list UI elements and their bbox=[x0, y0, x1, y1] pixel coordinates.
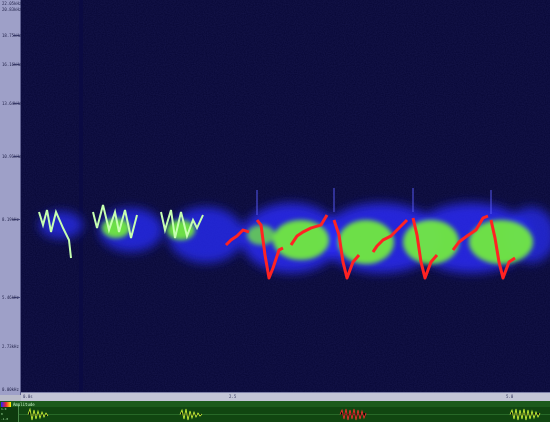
spectrogram-canvas[interactable] bbox=[21, 0, 550, 392]
time-label-end: 5.0 bbox=[506, 394, 514, 399]
color-scale-chip-icon bbox=[1, 401, 11, 407]
spectrogram-image bbox=[21, 0, 550, 392]
dark-vertical-band bbox=[79, 0, 83, 392]
time-label-start: 0.0s bbox=[23, 394, 33, 399]
frequency-ruler[interactable]: 22.05kHz 20.83kHz 18.75kHz 16.16kHz 13.6… bbox=[0, 0, 21, 395]
time-label-mid: 2.5 bbox=[229, 394, 237, 399]
waveform-label: Amplitude bbox=[13, 401, 35, 407]
freq-label-16: 16.16kHz bbox=[2, 62, 22, 67]
freq-label-2: 2.73kHz bbox=[2, 344, 19, 349]
spectrogram-window: 22.05kHz 20.83kHz 18.75kHz 16.16kHz 13.6… bbox=[0, 0, 550, 422]
freq-label-8: 8.19kHz bbox=[2, 217, 19, 222]
freq-label-10: 10.91kHz bbox=[2, 154, 22, 159]
noise-floor bbox=[21, 0, 550, 392]
freq-label-18: 18.75kHz bbox=[2, 33, 22, 38]
waveform-trace bbox=[18, 407, 550, 421]
freq-label-0: 0.00kHz bbox=[2, 387, 19, 392]
freq-label-5: 5.46kHz bbox=[2, 295, 19, 300]
freq-label-13: 13.64kHz bbox=[2, 101, 22, 106]
waveform-panel[interactable]: 1.0 0 -1.0 bbox=[0, 407, 550, 422]
freq-label-22: 22.05kHz bbox=[2, 1, 22, 6]
freq-label-20: 20.83kHz bbox=[2, 7, 22, 12]
